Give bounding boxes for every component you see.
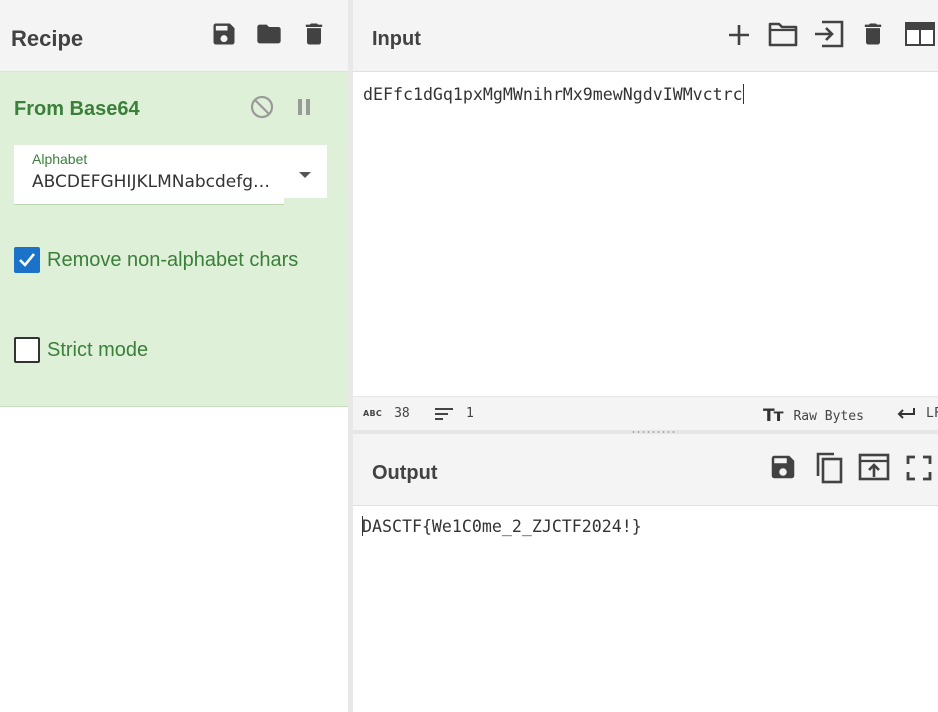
length-stat: ABC 38	[363, 406, 410, 421]
lines-value: 1	[466, 406, 474, 421]
operation-title: From Base64	[14, 98, 140, 120]
output-text: DASCTF{We1C0me_2_ZJCTF2024!}	[362, 517, 642, 536]
eol-selector[interactable]: LF	[896, 406, 938, 421]
text-caret	[742, 84, 744, 104]
output-header: Output	[353, 434, 938, 506]
replace-input-icon[interactable]	[856, 450, 892, 484]
recipe-title: Recipe	[11, 26, 84, 51]
clear-input-icon[interactable]	[858, 18, 888, 50]
operation-from-base64: From Base64 Alphabet ABCDEFGHIJKLMNabcde…	[0, 72, 348, 407]
strict-mode-checkbox[interactable]: Strict mode	[14, 337, 148, 363]
strict-mode-label: Strict mode	[47, 338, 149, 361]
input-title: Input	[372, 28, 421, 50]
alphabet-value: ABCDEFGHIJKLMNabcdefghijklmnopqrstuvwxyz…	[32, 172, 272, 192]
copy-output-icon[interactable]	[812, 450, 846, 486]
input-status-bar: ABC 38 1 Tт Raw Bytes LF	[353, 396, 938, 430]
checkbox-unchecked-icon[interactable]	[14, 337, 40, 363]
encoding-value: Raw Bytes	[793, 408, 864, 424]
recipe-panel: Recipe From Base64 Alphabet ABCDEFGHIJKL…	[0, 0, 348, 712]
trash-icon[interactable]	[299, 18, 329, 50]
text-size-icon: Tт	[763, 406, 783, 426]
length-value: 38	[394, 406, 410, 421]
return-icon	[896, 407, 916, 421]
add-tab-icon[interactable]	[724, 20, 754, 50]
encoding-selector[interactable]: Tт Raw Bytes	[763, 406, 864, 426]
save-output-icon[interactable]	[767, 450, 799, 484]
open-file-icon[interactable]	[811, 18, 847, 50]
output-textarea[interactable]: DASCTF{We1C0me_2_ZJCTF2024!}	[353, 506, 938, 712]
chevron-down-icon[interactable]	[299, 172, 311, 178]
recipe-header: Recipe	[0, 0, 348, 72]
input-textarea[interactable]: dEFfc1dGq1pxMgMWnihrMx9mewNgdvIWMvctrc	[353, 73, 938, 395]
input-text: dEFfc1dGq1pxMgMWnihrMx9mewNgdvIWMvctrc	[363, 85, 743, 104]
checkbox-checked-icon[interactable]	[14, 247, 40, 273]
remove-non-alphabet-checkbox[interactable]: Remove non-alphabet chars	[14, 247, 298, 273]
input-header: Input	[353, 0, 938, 72]
lines-icon	[435, 407, 453, 420]
maximize-icon[interactable]	[903, 452, 935, 484]
pause-icon[interactable]	[292, 94, 316, 120]
folder-icon[interactable]	[253, 18, 285, 50]
alphabet-label: Alphabet	[32, 151, 88, 167]
remove-non-alphabet-label: Remove non-alphabet chars	[47, 248, 299, 271]
disable-icon[interactable]	[249, 94, 275, 120]
layout-icon[interactable]	[903, 18, 937, 50]
save-icon[interactable]	[209, 18, 239, 50]
open-folder-icon[interactable]	[766, 18, 800, 50]
lines-stat: 1	[435, 406, 474, 421]
alphabet-select[interactable]: Alphabet ABCDEFGHIJKLMNabcdefghijklmnopq…	[14, 145, 327, 206]
abc-icon: ABC	[363, 409, 383, 418]
eol-value: LF	[926, 406, 938, 421]
output-title: Output	[372, 462, 438, 484]
